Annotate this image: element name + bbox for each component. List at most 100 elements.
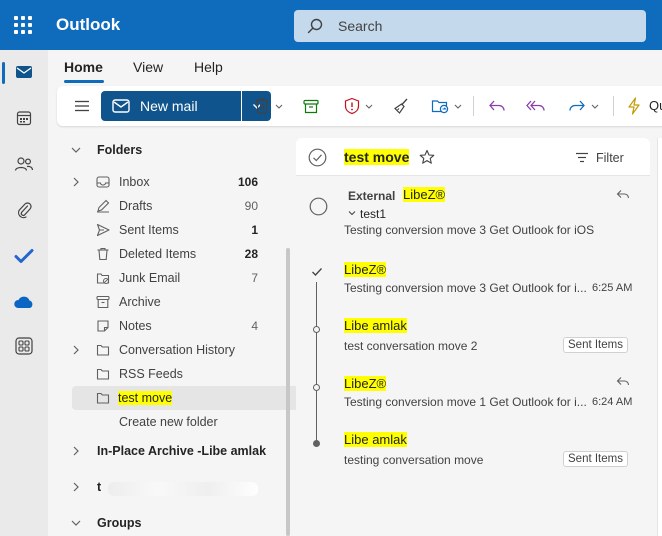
sent-icon [96, 223, 110, 237]
thread-node [313, 326, 320, 333]
people-icon [14, 157, 34, 171]
reading-pane-edge [657, 138, 662, 536]
folder-label: Archive [119, 295, 161, 309]
filter-icon [576, 152, 588, 163]
message-subject: test1 [360, 207, 387, 221]
chevron-right-icon[interactable] [70, 176, 82, 188]
rail-calendar[interactable] [0, 98, 48, 138]
rail-files[interactable] [0, 190, 48, 230]
message-preview: Testing conversion move 3 Get Outlook fo… [344, 223, 595, 237]
message-time: 6:25 AM [592, 282, 633, 294]
thread-node [313, 384, 320, 391]
chevron-down-icon[interactable] [348, 209, 356, 217]
inbox-icon [96, 176, 110, 188]
folder-tag: Sent Items [563, 337, 628, 353]
archive-icon [303, 99, 319, 113]
groups-header[interactable]: Groups [48, 511, 280, 535]
folder-label: Inbox [119, 175, 150, 189]
chevron-down-icon [71, 520, 81, 526]
top-bar: Outlook [0, 0, 662, 50]
folder-label: Notes [119, 319, 152, 333]
onedrive-icon [14, 296, 33, 308]
folders-header[interactable]: Folders [48, 138, 280, 162]
folder-test-move[interactable]: test move [72, 386, 300, 410]
create-new-folder-link[interactable]: Create new folder [48, 410, 280, 434]
folder-label: test move [118, 391, 173, 405]
reply-button[interactable] [483, 86, 511, 126]
rail-people[interactable] [0, 144, 48, 184]
folder-label: Drafts [119, 199, 153, 213]
rail-more-apps[interactable] [0, 326, 48, 366]
folder-icon [96, 344, 110, 356]
folders-header-label: Folders [97, 143, 143, 157]
folder-deleted-items[interactable]: Deleted Items 28 [48, 242, 280, 266]
folder-conversation-history[interactable]: Conversation History [48, 338, 280, 362]
forward-button[interactable] [563, 86, 605, 126]
favorite-star-icon[interactable] [419, 149, 435, 165]
sender-name: LibeZ® [403, 187, 446, 202]
report-button[interactable] [339, 86, 379, 126]
chevron-down-icon [275, 104, 283, 109]
new-mail-label: New mail [140, 98, 198, 114]
delete-button[interactable] [249, 86, 289, 126]
delete-icon [255, 98, 269, 114]
folder-tag: Sent Items [563, 451, 628, 467]
message-preview: testing conversation move [344, 453, 484, 467]
todo-icon [14, 249, 34, 263]
in-place-archive-label: In-Place Archive -Libe amlak [97, 444, 267, 458]
message-item[interactable]: Libe amlak test conversation move 2 Sent… [296, 312, 650, 362]
reply-icon [616, 190, 630, 199]
message-item[interactable]: LibeZ® Testing conversion move 1 Get Out… [296, 370, 650, 418]
message-item[interactable]: Libe amlak testing conversation move Sen… [296, 426, 650, 476]
folder-icon [96, 392, 110, 404]
folder-inbox[interactable]: Inbox 106 [48, 170, 280, 194]
in-place-archive-group[interactable]: In-Place Archive -Libe amlak [48, 439, 280, 463]
folder-rss-feeds[interactable]: RSS Feeds [48, 362, 280, 386]
folder-junk-email[interactable]: Junk Email 7 [48, 266, 280, 290]
sender-name: Libe amlak [344, 432, 407, 447]
sender-name: LibeZ® [344, 262, 387, 277]
reply-all-button[interactable] [521, 86, 551, 126]
folder-sent-items[interactable]: Sent Items 1 [48, 218, 280, 242]
app-name[interactable]: Outlook [56, 15, 120, 35]
select-all-icon[interactable] [308, 148, 327, 167]
folder-label: Conversation History [119, 343, 236, 357]
folder-notes[interactable]: Notes 4 [48, 314, 280, 338]
collapse-ribbon-button[interactable] [69, 86, 95, 126]
mail-icon [112, 99, 130, 113]
folder-pane-scrollbar[interactable] [286, 248, 290, 536]
rail-onedrive[interactable] [0, 282, 48, 322]
folder-archive[interactable]: Archive [48, 290, 280, 314]
search-input[interactable] [338, 16, 628, 36]
filter-button[interactable]: Filter [596, 151, 624, 165]
new-mail-button[interactable]: New mail [101, 91, 241, 121]
chevron-right-icon[interactable] [70, 445, 82, 457]
message-preview: Testing conversion move 1 Get Outlook fo… [344, 395, 587, 409]
sweep-button[interactable] [387, 86, 415, 126]
app-launcher-icon[interactable] [14, 16, 32, 34]
archive-icon [96, 295, 110, 309]
tab-home[interactable]: Home [64, 59, 103, 75]
rail-todo[interactable] [0, 236, 48, 276]
search-box[interactable] [294, 10, 646, 42]
chevron-right-icon[interactable] [70, 344, 82, 356]
message-item[interactable]: External LibeZ® test1 Testing conversion… [296, 178, 650, 248]
tab-help[interactable]: Help [194, 59, 223, 75]
message-item[interactable]: LibeZ® Testing conversion move 3 Get Out… [296, 256, 650, 304]
folder-drafts[interactable]: Drafts 90 [48, 194, 280, 218]
move-to-button[interactable] [427, 86, 467, 126]
report-icon [344, 97, 360, 115]
chevron-right-icon[interactable] [70, 481, 82, 493]
folder-icon [96, 368, 110, 380]
sender-name: Libe amlak [344, 318, 407, 333]
folder-label: RSS Feeds [119, 367, 183, 381]
chevron-down-icon [365, 104, 373, 109]
external-tag: External [348, 189, 396, 203]
tab-view[interactable]: View [133, 59, 163, 75]
rail-mail[interactable] [0, 52, 48, 92]
archive-button[interactable] [297, 86, 325, 126]
reply-icon [489, 100, 505, 111]
select-circle-icon[interactable] [309, 197, 328, 216]
quick-steps-button[interactable] [623, 86, 645, 126]
folder-label: Junk Email [119, 271, 181, 285]
